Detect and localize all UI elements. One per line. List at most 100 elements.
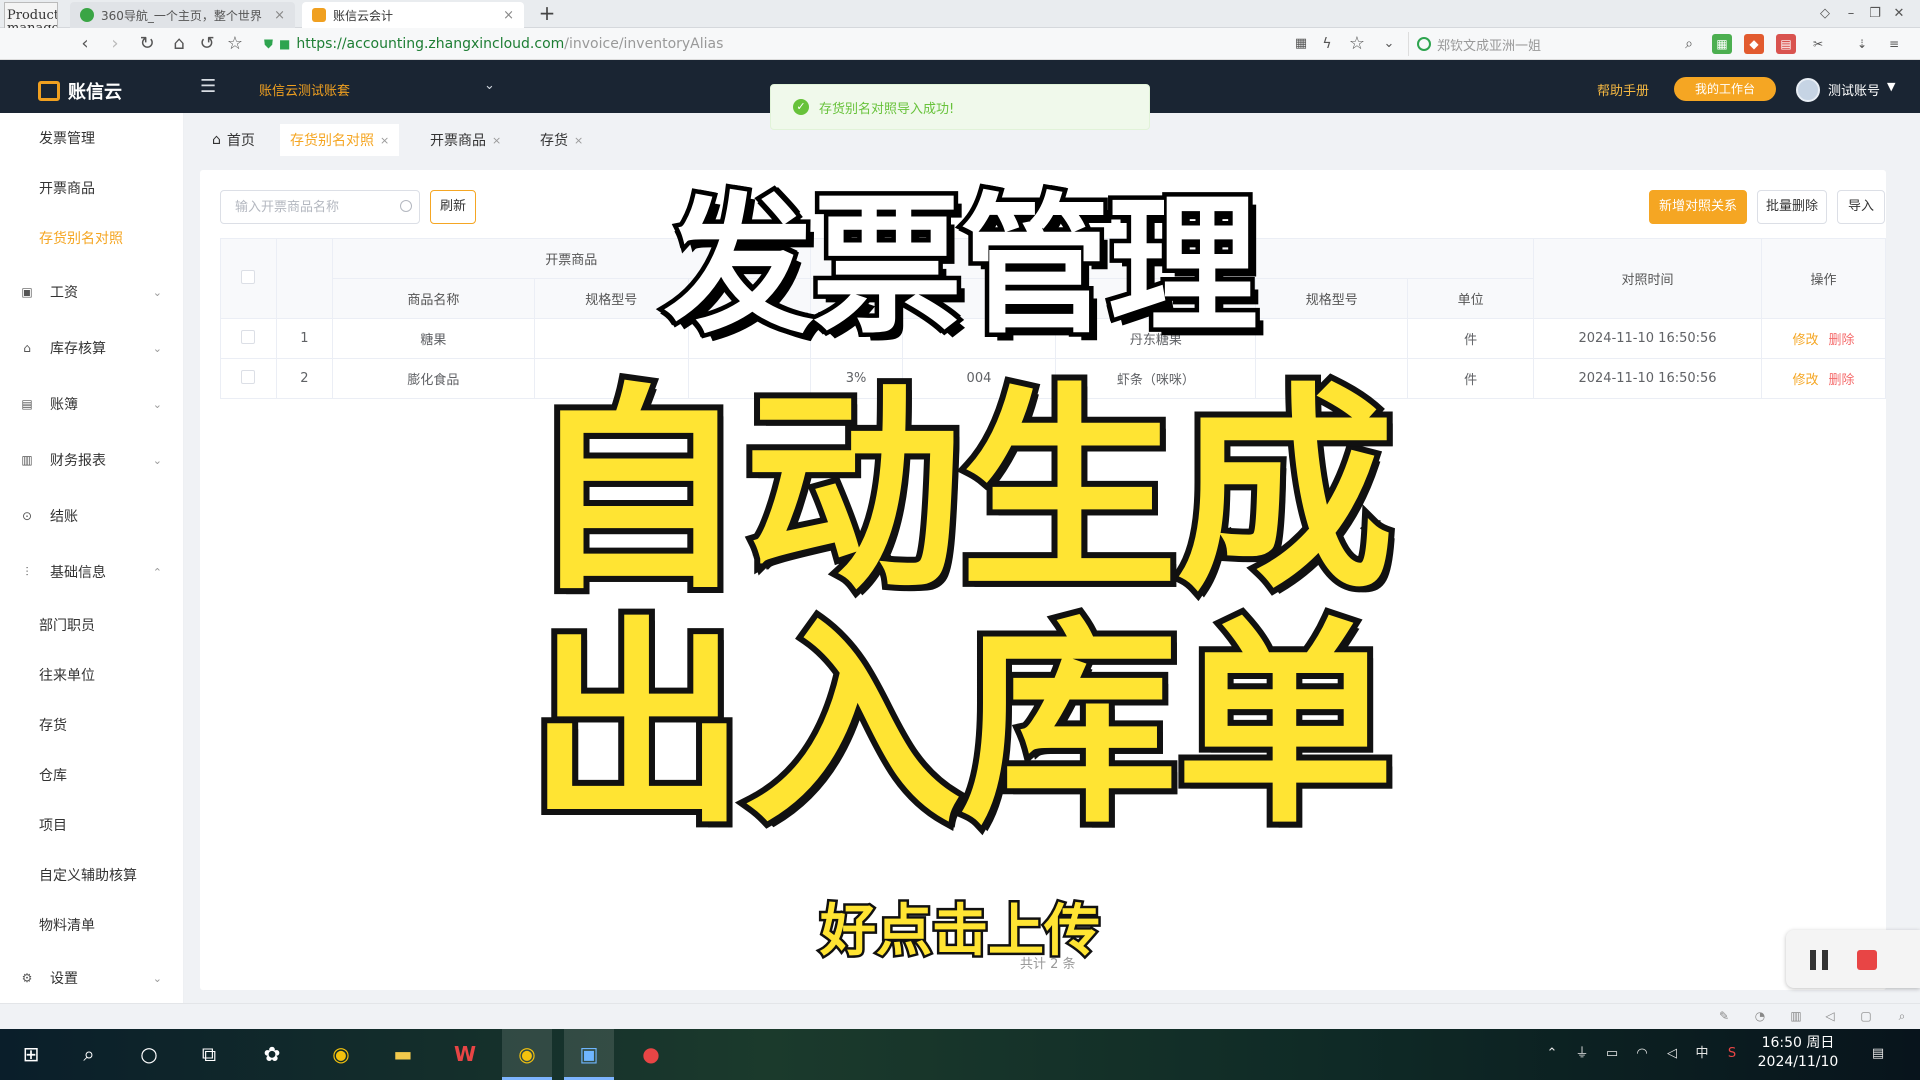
browser-status-bar	[0, 1003, 1920, 1029]
user-name[interactable]: 测试账号	[1828, 80, 1880, 99]
new-tab-button[interactable]: +	[536, 3, 558, 25]
skin-icon[interactable]: ◇	[1814, 4, 1836, 24]
forward-icon[interactable]: ›	[104, 33, 126, 55]
lock-icon: ■	[279, 37, 291, 51]
clock-time: 16:50 周日	[1761, 1035, 1835, 1051]
pdf-tool-icon[interactable]: ▤	[1776, 34, 1796, 54]
close-tab-icon[interactable]: ×	[274, 8, 285, 23]
game-icon[interactable]: ◆	[1744, 34, 1764, 54]
cortana-icon[interactable]: ○	[124, 1029, 174, 1080]
sogou-icon[interactable]: S	[1722, 1044, 1742, 1064]
mic-icon[interactable]: ⏚	[1572, 1044, 1592, 1064]
clock-date: 2024/11/10	[1757, 1054, 1839, 1070]
sidebar-item-label: 发票管理	[39, 131, 95, 147]
chevron-down-icon[interactable]: ▼	[1887, 80, 1895, 93]
sidebar-item-custom-aux[interactable]: 自定义辅助核算	[0, 851, 184, 899]
wifi-icon[interactable]: ◠	[1632, 1044, 1652, 1064]
shield-icon: ⛊	[264, 36, 274, 51]
notification-icon[interactable]: ▤	[1868, 1044, 1888, 1064]
browser-tab-zhangxin[interactable]: 账信云会计 ×	[302, 2, 524, 28]
chrome-icon[interactable]: ◉	[316, 1029, 366, 1080]
speaker-icon[interactable]: ◁	[1662, 1044, 1682, 1064]
apps-grid-icon[interactable]: ▦	[1712, 34, 1732, 54]
trash-icon[interactable]: ▥	[1788, 1008, 1804, 1024]
stop-icon[interactable]	[1857, 950, 1877, 970]
tab-invoice-goods[interactable]: 开票商品 ×	[420, 124, 511, 156]
download-icon[interactable]: ⇣	[1852, 34, 1872, 54]
360-favicon-icon	[80, 8, 94, 22]
close-tab-icon[interactable]: ×	[503, 8, 514, 23]
menu-toggle-icon[interactable]: ☰	[200, 78, 220, 96]
task-view-icon[interactable]: ⧉	[184, 1029, 234, 1080]
brand-logo-icon	[38, 81, 60, 101]
zoom-icon[interactable]: ⌕	[1894, 1008, 1910, 1024]
app-s-icon[interactable]: ✿	[247, 1029, 297, 1080]
tab-home[interactable]: ⌂ 首页	[202, 124, 265, 156]
check-icon: ✓	[793, 99, 809, 115]
help-manual-link[interactable]: 帮助手册	[1597, 80, 1649, 99]
tray-clock[interactable]: 16:50 周日 2024/11/10	[1748, 1034, 1848, 1072]
chevron-down-icon[interactable]: ⌄	[484, 78, 495, 93]
settings-icon: ⚙	[21, 971, 33, 985]
app-logo-text: 账信云	[68, 82, 122, 103]
search-engine-icon	[1417, 37, 1431, 51]
window-icon[interactable]: ▢	[1858, 1008, 1874, 1024]
maximize-icon[interactable]: ❐	[1864, 4, 1886, 24]
window-app-icon[interactable]: ▣	[564, 1029, 614, 1080]
screen-recorder-widget	[1786, 930, 1920, 988]
star-icon[interactable]: ☆	[224, 33, 246, 55]
back-icon[interactable]: ‹	[74, 33, 96, 55]
sidebar-item-label: 自定义辅助核算	[39, 868, 137, 884]
undo-icon[interactable]: ↺	[196, 33, 218, 55]
tab-label: 开票商品	[430, 133, 486, 149]
account-set-selector[interactable]: 账信云测试账套	[259, 80, 350, 99]
recorder-icon[interactable]: ●	[626, 1029, 676, 1080]
tab-label: 存货别名对照	[290, 133, 374, 149]
pin-icon[interactable]: ✎	[1716, 1008, 1732, 1024]
url-path: /invoice/inventoryAlias	[564, 36, 724, 52]
browser-menu-icon[interactable]: ≡	[1884, 34, 1904, 54]
sidebar-item-invoice-mgmt[interactable]: 发票管理	[0, 114, 184, 162]
bookmark-star-icon[interactable]: ☆	[1346, 33, 1368, 55]
avatar[interactable]	[1796, 78, 1820, 102]
tab-inventory[interactable]: 存货 ×	[530, 124, 593, 156]
overlay-title-line-2: 自动生成	[522, 366, 1400, 619]
minimize-icon[interactable]: –	[1840, 4, 1862, 24]
speed-icon[interactable]: ◔	[1752, 1008, 1768, 1024]
zhangxin-favicon-icon	[312, 8, 326, 22]
browser-360-icon[interactable]: ◉	[502, 1029, 552, 1080]
sidebar-item-label: 设置	[50, 971, 78, 987]
battery-icon[interactable]: ▭	[1602, 1044, 1622, 1064]
qr-icon[interactable]: ▦	[1290, 33, 1312, 55]
close-icon[interactable]: ×	[574, 134, 583, 147]
lightning-icon[interactable]: ϟ	[1316, 33, 1338, 55]
my-workbench-button[interactable]: 我的工作台	[1674, 77, 1776, 101]
success-toast: ✓ 存货别名对照导入成功!	[770, 84, 1150, 130]
overlay-title-line-1: 发票管理	[659, 178, 1262, 357]
overlay-subtitle: 好点击上传	[818, 897, 1103, 966]
volume-icon[interactable]: ◁	[1822, 1008, 1838, 1024]
pause-icon[interactable]	[1810, 950, 1832, 970]
overlay-title-line-3: 出入库单	[522, 600, 1400, 853]
browser-tab-360[interactable]: 360导航_一个主页，整个世界 ×	[70, 2, 295, 28]
search-box[interactable]: 郑钦文成亚洲一姐	[1408, 32, 1700, 56]
wps-icon[interactable]: W	[440, 1029, 490, 1080]
home-icon[interactable]: ⌂	[168, 33, 190, 55]
dropdown-icon[interactable]: ⌄	[1378, 33, 1400, 55]
search-icon[interactable]: ⌕	[1678, 33, 1700, 55]
reload-icon[interactable]: ↻	[136, 33, 158, 55]
search-hint: 郑钦文成亚洲一姐	[1437, 38, 1542, 54]
address-bar[interactable]: ⛊ ■ https://accounting.zhangxincloud.com…	[264, 32, 1388, 56]
app-logo[interactable]: 账信云	[38, 78, 122, 104]
scissors-icon[interactable]: ✂	[1808, 34, 1828, 54]
search-icon[interactable]: ⌕	[64, 1029, 114, 1080]
browser-tab-title: 账信云会计	[333, 8, 394, 23]
close-icon[interactable]: ×	[380, 134, 389, 147]
close-window-icon[interactable]: ✕	[1888, 4, 1910, 24]
tab-inventory-alias[interactable]: 存货别名对照 ×	[280, 124, 400, 156]
tray-expand-icon[interactable]: ⌃	[1542, 1044, 1562, 1064]
close-icon[interactable]: ×	[492, 134, 501, 147]
windows-start-icon[interactable]: ⊞	[6, 1029, 56, 1080]
ime-indicator[interactable]: 中	[1692, 1044, 1712, 1064]
file-explorer-icon[interactable]: ▬	[378, 1029, 428, 1080]
